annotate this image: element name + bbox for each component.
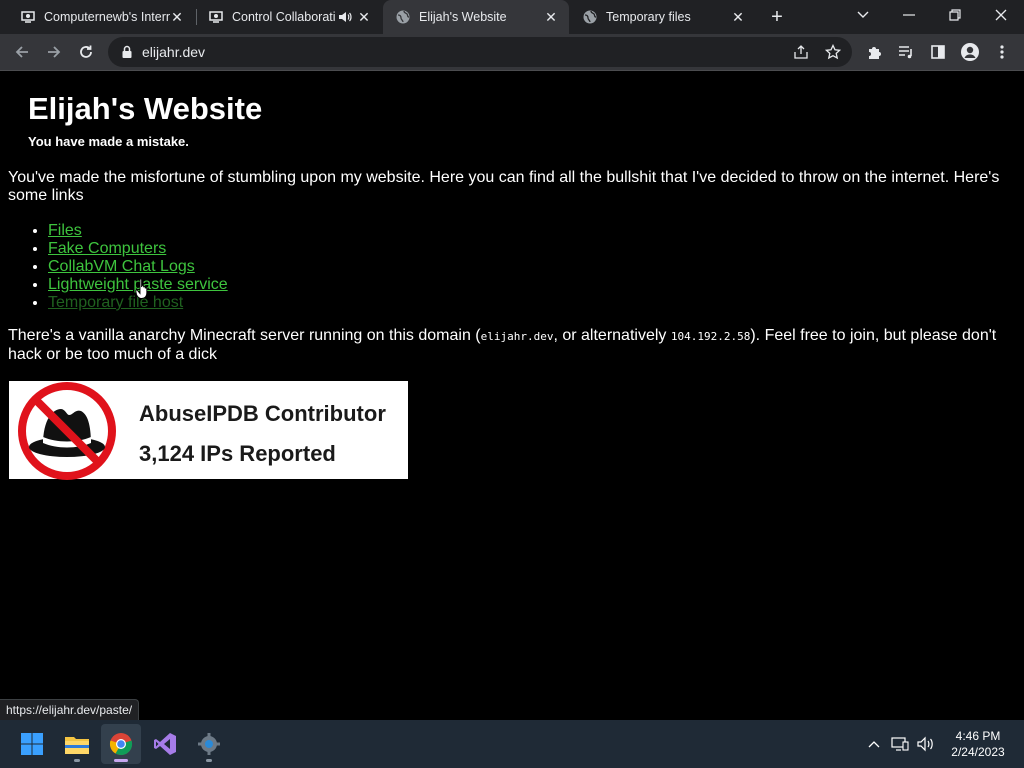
collabvm-icon	[208, 9, 224, 25]
extensions-button[interactable]	[860, 38, 888, 66]
side-panel-button[interactable]	[924, 38, 952, 66]
new-tab-button[interactable]: +	[764, 5, 790, 29]
page-viewport: Elijah's Website You have made a mistake…	[0, 71, 1024, 720]
close-window-button[interactable]	[978, 0, 1024, 30]
page-title: Elijah's Website	[28, 91, 263, 126]
close-icon	[995, 9, 1007, 21]
menu-button[interactable]	[988, 38, 1016, 66]
visual-studio-icon	[154, 733, 176, 755]
tab-control-collaboration[interactable]: Control Collaborati ✕	[196, 0, 382, 34]
puzzle-icon	[869, 47, 881, 59]
running-indicator	[206, 759, 212, 762]
clock-time: 4:46 PM	[955, 729, 1001, 743]
close-icon[interactable]: ✕	[543, 9, 559, 25]
taskbar-visual-studio[interactable]	[145, 724, 185, 764]
forward-arrow-icon	[48, 46, 61, 58]
restore-button[interactable]	[932, 0, 978, 30]
lock-icon[interactable]	[120, 45, 134, 59]
speaker-icon[interactable]	[338, 10, 352, 24]
start-button[interactable]	[12, 724, 52, 764]
running-indicator	[74, 759, 80, 762]
tab-title: Control Collaborati	[232, 10, 336, 24]
badge-title: AbuseIPDB Contributor	[139, 401, 386, 426]
hand-cursor-icon	[135, 278, 148, 299]
tab-title: Computernewb's Intern	[44, 10, 170, 24]
profile-button[interactable]	[956, 38, 984, 66]
volume-icon[interactable]	[916, 734, 936, 754]
tab-search-button[interactable]	[840, 0, 886, 30]
running-indicator	[114, 759, 128, 762]
kebab-menu-icon	[1000, 45, 1004, 59]
link-fake-computers[interactable]: Fake Computers	[48, 240, 166, 257]
list-item: CollabVM Chat Logs	[48, 258, 228, 276]
minecraft-text: , or alternatively	[553, 327, 671, 344]
chrome-icon	[109, 733, 133, 756]
taskbar-file-explorer[interactable]	[57, 724, 97, 764]
chevron-down-icon	[857, 11, 869, 18]
minecraft-ip: 104.192.2.58	[670, 330, 751, 343]
forward-button[interactable]	[40, 38, 68, 66]
minimize-button[interactable]	[886, 0, 932, 30]
tab-computernewb[interactable]: Computernewb's Intern ✕	[8, 0, 195, 34]
minecraft-paragraph: There's a vanilla anarchy Minecraft serv…	[8, 327, 1018, 364]
taskbar-settings[interactable]	[189, 724, 229, 764]
system-clock[interactable]: 4:46 PM 2/24/2023	[946, 728, 1010, 760]
close-icon[interactable]: ✕	[169, 9, 185, 25]
browser-toolbar: elijahr.dev	[0, 34, 1024, 70]
link-temporary-file-host[interactable]: Temporary file host	[48, 294, 183, 311]
no-hacker-hat-icon	[18, 382, 116, 480]
tab-elijahs-website[interactable]: Elijah's Website ✕	[383, 0, 569, 34]
list-item: Files	[48, 222, 228, 240]
restore-icon	[949, 9, 961, 21]
collabvm-icon	[20, 9, 36, 25]
minecraft-domain: elijahr.dev	[480, 330, 554, 343]
back-arrow-icon	[15, 46, 28, 58]
list-item: Fake Computers	[48, 240, 228, 258]
chevron-up-icon	[868, 741, 880, 748]
url-text[interactable]: elijahr.dev	[142, 44, 205, 60]
network-icon[interactable]	[890, 734, 910, 754]
globe-icon	[582, 9, 598, 25]
intro-paragraph: You've made the misfortune of stumbling …	[8, 169, 1000, 204]
show-hidden-icons-button[interactable]	[864, 734, 884, 754]
clock-date: 2/24/2023	[951, 745, 1005, 759]
windows-logo-icon	[21, 733, 43, 755]
media-control-button[interactable]	[892, 38, 920, 66]
tab-temporary-files[interactable]: Temporary files ✕	[570, 0, 756, 34]
badge-count: 3,124 IPs Reported	[139, 441, 336, 466]
tab-title: Temporary files	[606, 10, 691, 24]
status-bubble: https://elijahr.dev/paste/	[0, 699, 140, 720]
back-button[interactable]	[8, 38, 36, 66]
link-collabvm-chat-logs[interactable]: CollabVM Chat Logs	[48, 258, 195, 275]
avatar-icon	[961, 43, 979, 61]
minecraft-text: There's a vanilla anarchy Minecraft serv…	[8, 327, 481, 344]
reload-button[interactable]	[72, 38, 100, 66]
tab-strip: Computernewb's Intern ✕ Control Collabor…	[0, 0, 1024, 34]
address-bar[interactable]: elijahr.dev	[108, 37, 852, 67]
music-queue-icon	[899, 46, 912, 59]
close-icon[interactable]: ✕	[730, 9, 746, 25]
globe-icon	[395, 9, 411, 25]
reload-icon	[80, 45, 92, 58]
close-icon[interactable]: ✕	[356, 9, 372, 25]
folder-icon	[65, 737, 89, 754]
share-icon[interactable]	[790, 41, 812, 63]
settings-gear-icon	[198, 733, 220, 755]
page-subtitle: You have made a mistake.	[28, 134, 189, 149]
link-files[interactable]: Files	[48, 222, 82, 239]
bookmark-star-icon[interactable]	[822, 41, 844, 63]
abuseipdb-badge[interactable]: AbuseIPDB Contributor 3,124 IPs Reported	[8, 380, 409, 480]
tab-title: Elijah's Website	[419, 10, 507, 24]
side-panel-icon	[931, 45, 945, 59]
minimize-icon	[903, 14, 915, 16]
taskbar-chrome[interactable]	[101, 724, 141, 764]
taskbar: 4:46 PM 2/24/2023	[0, 720, 1024, 768]
